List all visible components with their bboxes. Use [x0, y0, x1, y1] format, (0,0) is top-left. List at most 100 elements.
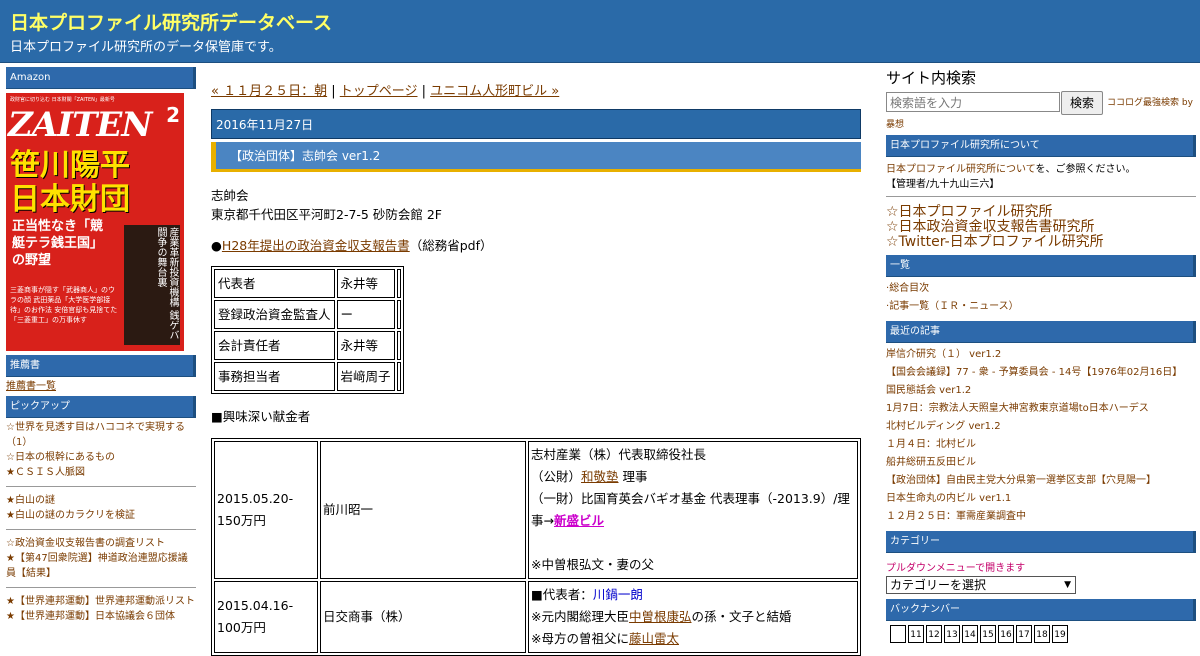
magazine-headline-line2: 日本財団 [10, 182, 130, 217]
empty-cell [396, 331, 401, 360]
pickup-link[interactable]: ☆世界を見透す目はハココネで実現する（1） [6, 420, 196, 450]
category-select-value: カテゴリーを選択 [890, 578, 987, 592]
report-link[interactable]: H28年提出の政治資金収支報告書 [222, 238, 410, 253]
note-text: ※母方の曽祖父に [531, 631, 629, 646]
site-title[interactable]: 日本プロファイル研究所データベース [10, 8, 332, 35]
category-heading: カテゴリー [886, 531, 1196, 553]
pickup-link[interactable]: ☆日本の根幹にあるもの [6, 450, 196, 465]
report-bullet: ● [211, 238, 222, 253]
pickup-link[interactable]: ☆政治資金収支報告書の調査リスト [6, 536, 196, 551]
recent-item[interactable]: 1月7日：宗教法人天照皇大神宮教東京道場to日本ハーデス [886, 400, 1196, 418]
list-item-label[interactable]: 総合目次 [889, 283, 929, 294]
search-input[interactable]: 検索語を入力 [886, 92, 1060, 112]
shinsei-building-link[interactable]: 新盛ビル [554, 513, 604, 528]
list-item[interactable]: ·記事一覧（ＩＲ・ニュース） [886, 298, 1196, 316]
prev-post-link[interactable]: « １１月２５日：朝 [211, 84, 327, 99]
recent-item[interactable]: 船井総研五反田ビル [886, 454, 1196, 472]
magazine-subheadline: 正当性なき「競艇テラ銭王国」の野望 [12, 219, 104, 268]
nav-separator: | [327, 84, 340, 99]
pickup-link[interactable]: ★【世界連邦運動】日本協議会６団体 [6, 609, 196, 624]
site-header: 日本プロファイル研究所データベース 日本プロファイル研究所のデータ保管庫です。 [0, 0, 1200, 63]
backnumber-cell[interactable]: 15 [980, 625, 996, 643]
nav-separator: | [417, 84, 431, 99]
role-cell: 登録政治資金監査人 [214, 300, 335, 329]
backnumber-cell[interactable]: 18 [1034, 625, 1050, 643]
empty-cell [396, 362, 401, 391]
recent-item[interactable]: 【政治団体】自由民主党大分県第一選挙区支部【穴見陽一】 [886, 472, 1196, 490]
backnumber-cell[interactable]: 11 [908, 625, 924, 643]
table-row: 2015.04.16-100万円 日交商事（株） ■代表者：川鍋一朗 ※元内閣総… [214, 581, 858, 653]
pickup-group-2: ★白山の謎 ★白山の謎のカラクリを検証 [6, 491, 196, 525]
recent-item[interactable]: １月４日：北村ビル [886, 436, 1196, 454]
big-link[interactable]: ☆Twitter-日本プロファイル研究所 [886, 235, 1196, 250]
list-items: ·総合目次 ·記事一覧（ＩＲ・ニュース） [886, 280, 1196, 316]
list-item-label[interactable]: 記事一覧（ＩＲ・ニュース） [889, 301, 1019, 312]
note-text: ※元内閣総理大臣 [531, 609, 629, 624]
table-row: 会計責任者 永井等 [214, 331, 401, 360]
note-blank [531, 532, 855, 554]
pickup-link[interactable]: ★白山の謎 [6, 493, 196, 508]
list-heading: 一覧 [886, 255, 1196, 277]
backnumber-cell[interactable]: 14 [962, 625, 978, 643]
table-row: 2015.05.20-150万円 前川昭一 志村産業（株）代表取締役社長 （公財… [214, 441, 858, 579]
recent-item[interactable]: 【国会会議録】77 - 衆 - 予算委員会 - 14号【1976年02月16日】 [886, 364, 1196, 382]
recent-heading: 最近の記事 [886, 321, 1196, 343]
cocolog-search-link[interactable]: ココログ最強検索 by [1107, 95, 1193, 108]
recent-item[interactable]: 国民態話会 ver1.2 [886, 382, 1196, 400]
table-row: 事務担当者 岩﨑周子 [214, 362, 401, 391]
muso-link[interactable]: 暴想 [886, 117, 1196, 130]
donors-table: 2015.05.20-150万円 前川昭一 志村産業（株）代表取締役社長 （公財… [211, 438, 861, 656]
search-button[interactable]: 検索 [1061, 91, 1103, 115]
divider [6, 587, 196, 588]
donation-date-amount: 2015.04.16-100万円 [214, 581, 318, 653]
note-line: ※中曽根弘文・妻の父 [531, 557, 654, 572]
roles-table: 代表者 永井等 登録政治資金監査人ー 会計責任者 永井等 事務担当者 岩﨑周子 [211, 266, 404, 394]
recommend-list-link[interactable]: 推薦書一覧 [6, 381, 56, 392]
category-select[interactable]: カテゴリーを選択 ▼ [886, 576, 1076, 594]
org-address: 東京都千代田区平河町2-7-5 砂防会館 2F [211, 207, 442, 222]
note-line: ※元内閣総理大臣中曽根康弘の孫・文子と結婚 [531, 606, 855, 628]
donor-name: 前川昭一 [320, 441, 526, 579]
name-cell: ー [336, 300, 395, 329]
backnumber-cell[interactable]: 17 [1016, 625, 1032, 643]
left-sidebar: Amazon 政財官に切り込む 日本財閥「ZAITEN」最新号 ZAITEN 2… [6, 67, 196, 626]
nakasone-link[interactable]: 中曽根康弘 [629, 609, 692, 624]
recent-items: 岸信介研究（１） ver1.2 【国会会議録】77 - 衆 - 予算委員会 - … [886, 346, 1196, 526]
backnumber-heading: バックナンバー [886, 599, 1196, 621]
big-link[interactable]: ☆日本プロファイル研究所 [886, 205, 1196, 220]
backnumber-cell[interactable]: 12 [926, 625, 942, 643]
recent-item[interactable]: 日本生命丸の内ビル ver1.1 [886, 490, 1196, 508]
pickup-link[interactable]: ★ＣＳＩＳ人脈図 [6, 465, 196, 480]
wakei-juku-link[interactable]: 和敬塾 [581, 469, 619, 484]
table-row: 登録政治資金監査人ー [214, 300, 401, 329]
magazine-cover-image[interactable]: 政財官に切り込む 日本財閥「ZAITEN」最新号 ZAITEN 2 笹川陽平 日… [6, 93, 184, 351]
site-description: 日本プロファイル研究所のデータ保管庫です。 [10, 40, 282, 55]
about-link[interactable]: 日本プロファイル研究所について [886, 164, 1036, 175]
magazine-headline-line1: 笹川陽平 [10, 148, 130, 183]
org-name: 志帥会 [211, 188, 249, 203]
backnumber-cell[interactable]: 16 [998, 625, 1014, 643]
note-line: ■代表者：川鍋一朗 [531, 584, 855, 606]
empty-cell [396, 269, 401, 298]
backnumber-cell[interactable]: 19 [1052, 625, 1068, 643]
pickup-link[interactable]: ★【世界連邦運動】世界連邦運動派リスト [6, 594, 196, 609]
kawanabe-link[interactable]: 川鍋一朗 [593, 587, 643, 602]
recent-item[interactable]: 北村ビルディング ver1.2 [886, 418, 1196, 436]
top-page-link[interactable]: トップページ [340, 84, 418, 99]
list-item[interactable]: ·総合目次 [886, 280, 1196, 298]
backnumber-cell[interactable] [890, 625, 906, 643]
pickup-link[interactable]: ★白山の謎のカラクリを検証 [6, 508, 196, 523]
recent-item[interactable]: １２月２５日：軍需産業調査中 [886, 508, 1196, 526]
search-row: 検索語を入力 検索 ココログ最強検索 by [886, 91, 1196, 115]
next-post-link[interactable]: ユニコム人形町ビル » [430, 84, 559, 99]
table-row: 代表者 永井等 [214, 269, 401, 298]
post-body: 志帥会 東京都千代田区平河町2-7-5 砂防会館 2F ●H28年提出の政治資金… [211, 186, 861, 656]
recent-item[interactable]: 岸信介研究（１） ver1.2 [886, 346, 1196, 364]
magazine-headline: 笹川陽平 日本財団 [10, 149, 130, 217]
pickup-link[interactable]: ★【第47回衆院選】神道政治連盟応援議員【結果】 [6, 551, 196, 581]
post-title[interactable]: 【政治団体】志帥会 ver1.2 [211, 142, 861, 172]
note-line: ※母方の曽祖父に藤山雷太 [531, 628, 855, 650]
big-link[interactable]: ☆日本政治資金収支報告書研究所 [886, 220, 1196, 235]
fujiyama-link[interactable]: 藤山雷太 [629, 631, 679, 646]
backnumber-cell[interactable]: 13 [944, 625, 960, 643]
